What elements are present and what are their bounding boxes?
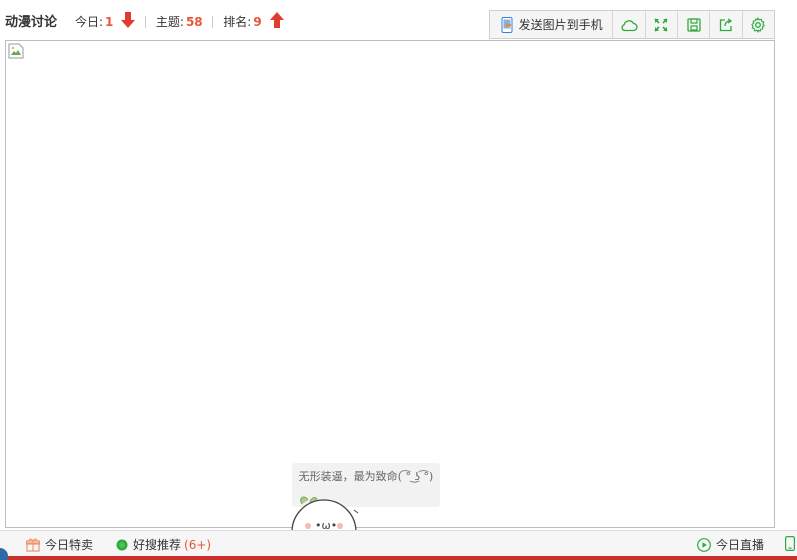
live-label: 今日直播 <box>716 538 765 552</box>
share-button[interactable] <box>710 11 743 38</box>
send-to-phone-label: 发送图片到手机 <box>518 18 603 32</box>
recommend-dot-icon <box>116 539 128 550</box>
cloud-icon <box>621 19 638 31</box>
forum-stats: 今日: 1 主题: 58 排名: 9 <box>75 12 284 31</box>
mascot-icon[interactable]: •ω• <box>288 492 360 532</box>
stat-today: 今日: 1 <box>75 13 113 30</box>
taskbar-strip <box>0 556 797 560</box>
forum-header: 动漫讨论 今日: 1 主题: 58 排名: 9 发送图片到手机 <box>0 0 797 40</box>
fullscreen-icon <box>654 17 668 32</box>
arrow-down-icon <box>121 12 136 31</box>
share-icon <box>719 17 733 31</box>
settings-button[interactable] <box>743 11 774 38</box>
stat-rank: 排名: 9 <box>223 13 261 30</box>
save-icon <box>687 17 701 32</box>
mobile-icon[interactable] <box>785 536 795 551</box>
recommend-count: (6+) <box>184 537 212 552</box>
recommend-link[interactable]: 好搜推荐 (6+) <box>116 536 211 553</box>
settings-icon <box>751 16 766 33</box>
deals-link[interactable]: 今日特卖 <box>26 536 93 553</box>
live-link[interactable]: 今日直播 <box>697 536 764 553</box>
recommend-label: 好搜推荐 <box>133 538 182 552</box>
deals-label: 今日特卖 <box>45 538 94 552</box>
cloud-button[interactable] <box>613 11 646 38</box>
divider <box>212 15 214 28</box>
stat-today-value: 1 <box>105 15 114 29</box>
phone-send-icon <box>501 16 513 33</box>
bottom-bar: 今日特卖 好搜推荐 (6+) 今日直播 <box>0 530 797 556</box>
stat-topics-value: 58 <box>185 15 203 29</box>
tooltip-text: 无形装逼，最为致命( ͡° ͜ʖ ͡°) <box>298 470 434 483</box>
forum-title[interactable]: 动漫讨论 <box>5 11 57 30</box>
fullscreen-button[interactable] <box>646 11 679 38</box>
stat-rank-label: 排名: <box>223 15 252 29</box>
stat-topics: 主题: 58 <box>156 13 203 30</box>
arrow-up-icon <box>269 12 284 31</box>
stat-rank-value: 9 <box>253 15 262 29</box>
stat-topics-label: 主题: <box>155 15 184 29</box>
divider <box>145 15 147 28</box>
stat-today-label: 今日: <box>75 15 104 29</box>
save-button[interactable] <box>678 11 711 38</box>
image-toolbar: 发送图片到手机 <box>489 10 775 39</box>
image-viewer[interactable] <box>5 40 775 528</box>
broken-image-icon <box>8 43 24 59</box>
send-to-phone-button[interactable]: 发送图片到手机 <box>490 11 614 38</box>
gift-icon <box>26 538 40 552</box>
play-icon <box>697 537 711 552</box>
